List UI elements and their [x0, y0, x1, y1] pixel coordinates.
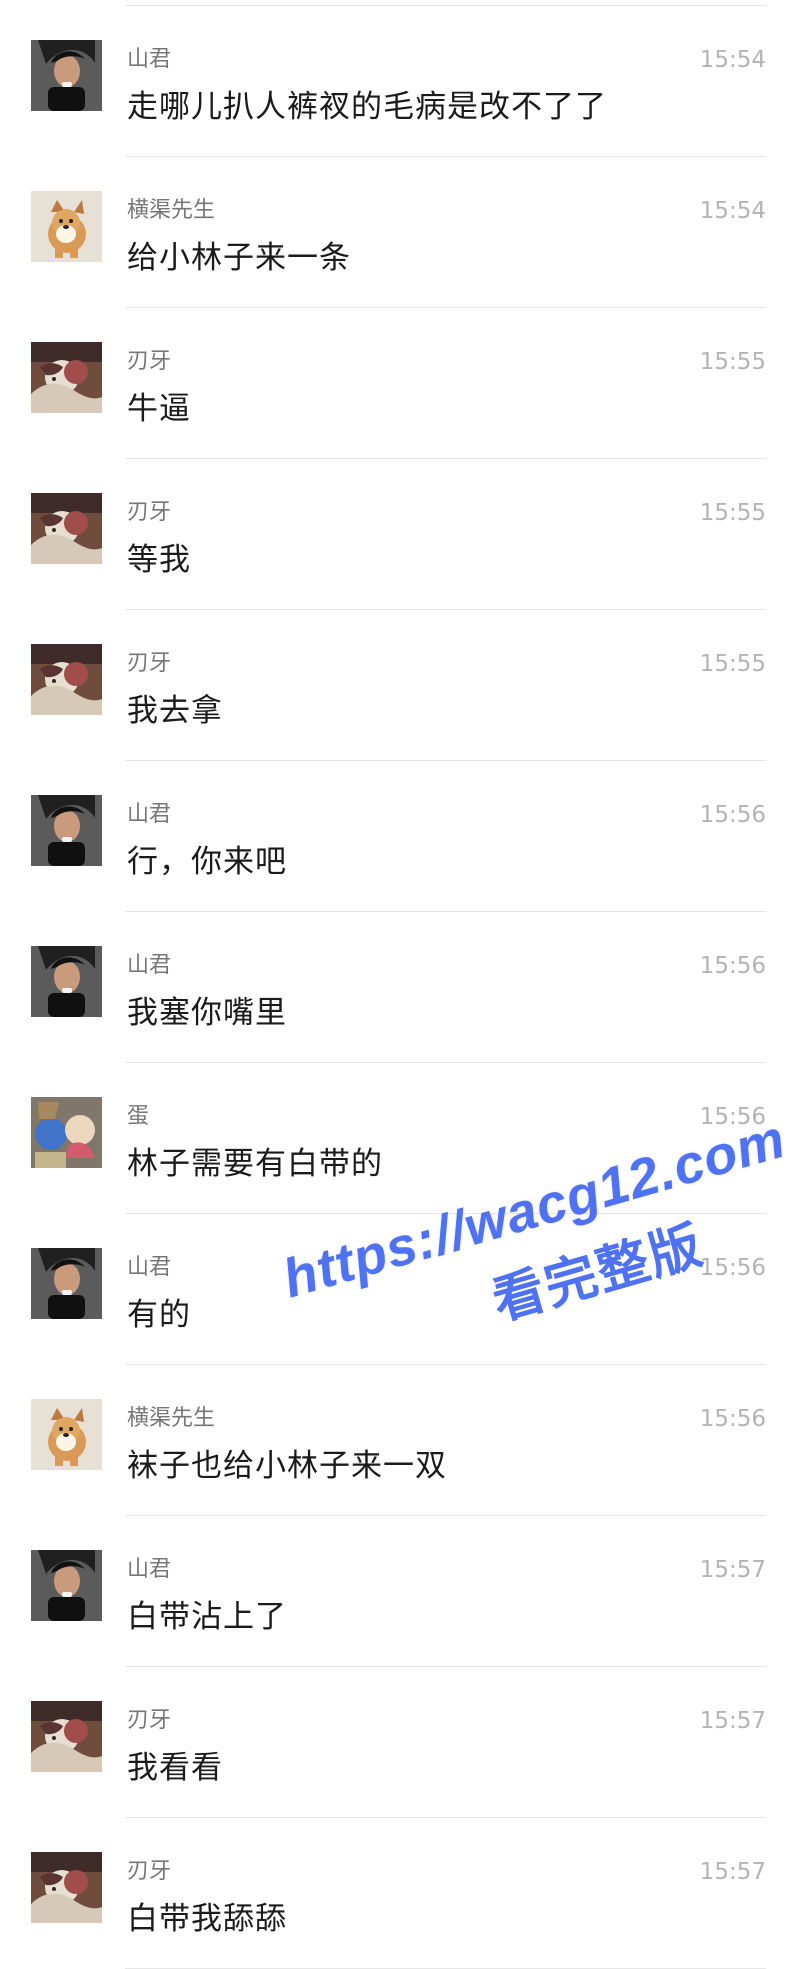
chat-message-row[interactable]: 山君 15:54 走哪儿扒人裤衩的毛病是改不了了 — [0, 6, 800, 157]
message-time: 15:57 — [699, 1557, 766, 1583]
chat-message-row[interactable]: 山君 15:56 我塞你嘴里 — [0, 912, 800, 1063]
sender-name: 山君 — [127, 47, 172, 72]
sender-name: 刃牙 — [127, 349, 172, 374]
sender-name: 山君 — [127, 802, 172, 827]
message-text[interactable]: 我去拿 — [127, 692, 223, 730]
chat-message-row[interactable]: 刃牙 15:57 我看看 — [0, 1667, 800, 1818]
message-time: 15:56 — [699, 802, 766, 828]
message-time: 15:56 — [699, 1104, 766, 1130]
message-text[interactable]: 我塞你嘴里 — [127, 994, 287, 1032]
sender-name: 横渠先生 — [127, 198, 216, 223]
message-time: 15:54 — [699, 198, 766, 224]
avatar[interactable] — [31, 1097, 102, 1168]
sender-name: 山君 — [127, 1557, 172, 1582]
chat-message-row[interactable]: 横渠先生 15:54 给小林子来一条 — [0, 157, 800, 308]
avatar[interactable] — [31, 191, 102, 262]
avatar[interactable] — [31, 493, 102, 564]
avatar[interactable] — [31, 1550, 102, 1621]
chat-message-row[interactable]: 刃牙 15:55 牛逼 — [0, 308, 800, 459]
message-time: 15:56 — [699, 953, 766, 979]
message-text[interactable]: 牛逼 — [127, 390, 191, 428]
message-time: 15:54 — [699, 47, 766, 73]
message-time: 15:55 — [699, 500, 766, 526]
sender-name: 刃牙 — [127, 1708, 172, 1733]
avatar[interactable] — [31, 644, 102, 715]
chat-message-row[interactable]: 山君 15:56 有的 — [0, 1214, 800, 1365]
chat-message-list[interactable]: 山君 15:54 走哪儿扒人裤衩的毛病是改不了了横渠先生 15:54 给小林子来一条刃牙… — [0, 0, 800, 1969]
message-time: 15:55 — [699, 651, 766, 677]
sender-name: 刃牙 — [127, 651, 172, 676]
avatar[interactable] — [31, 795, 102, 866]
chat-message-row[interactable]: 刃牙 15:57 白带我舔舔 — [0, 1818, 800, 1969]
message-text[interactable]: 等我 — [127, 541, 191, 579]
message-time: 15:57 — [699, 1708, 766, 1734]
sender-name: 横渠先生 — [127, 1406, 216, 1431]
message-text[interactable]: 袜子也给小林子来一双 — [127, 1447, 447, 1485]
sender-name: 蛋 — [127, 1104, 150, 1129]
sender-name: 刃牙 — [127, 500, 172, 525]
chat-message-row[interactable]: 刃牙 15:55 等我 — [0, 459, 800, 610]
sender-name: 山君 — [127, 1255, 172, 1280]
chat-message-row[interactable]: 山君 15:57 白带沾上了 — [0, 1516, 800, 1667]
avatar[interactable] — [31, 1852, 102, 1923]
message-text[interactable]: 我看看 — [127, 1749, 223, 1787]
avatar[interactable] — [31, 342, 102, 413]
chat-message-row[interactable]: 蛋 15:56 林子需要有白带的 — [0, 1063, 800, 1214]
avatar[interactable] — [31, 1248, 102, 1319]
message-time: 15:57 — [699, 1859, 766, 1885]
message-text[interactable]: 白带我舔舔 — [127, 1900, 287, 1938]
message-text[interactable]: 行，你来吧 — [127, 843, 287, 881]
avatar[interactable] — [31, 1399, 102, 1470]
message-text[interactable]: 白带沾上了 — [127, 1598, 287, 1636]
chat-message-row[interactable]: 刃牙 15:55 我去拿 — [0, 610, 800, 761]
message-time: 15:56 — [699, 1255, 766, 1281]
message-text[interactable]: 林子需要有白带的 — [127, 1145, 383, 1183]
chat-message-row[interactable]: 山君 15:56 行，你来吧 — [0, 761, 800, 912]
sender-name: 刃牙 — [127, 1859, 172, 1884]
message-time: 15:56 — [699, 1406, 766, 1432]
avatar[interactable] — [31, 946, 102, 1017]
chat-message-row[interactable]: 横渠先生 15:56 袜子也给小林子来一双 — [0, 1365, 800, 1516]
message-time: 15:55 — [699, 349, 766, 375]
message-text[interactable]: 有的 — [127, 1296, 191, 1334]
sender-name: 山君 — [127, 953, 172, 978]
avatar[interactable] — [31, 40, 102, 111]
message-text[interactable]: 给小林子来一条 — [127, 239, 351, 277]
message-text[interactable]: 走哪儿扒人裤衩的毛病是改不了了 — [127, 88, 607, 126]
avatar[interactable] — [31, 1701, 102, 1772]
